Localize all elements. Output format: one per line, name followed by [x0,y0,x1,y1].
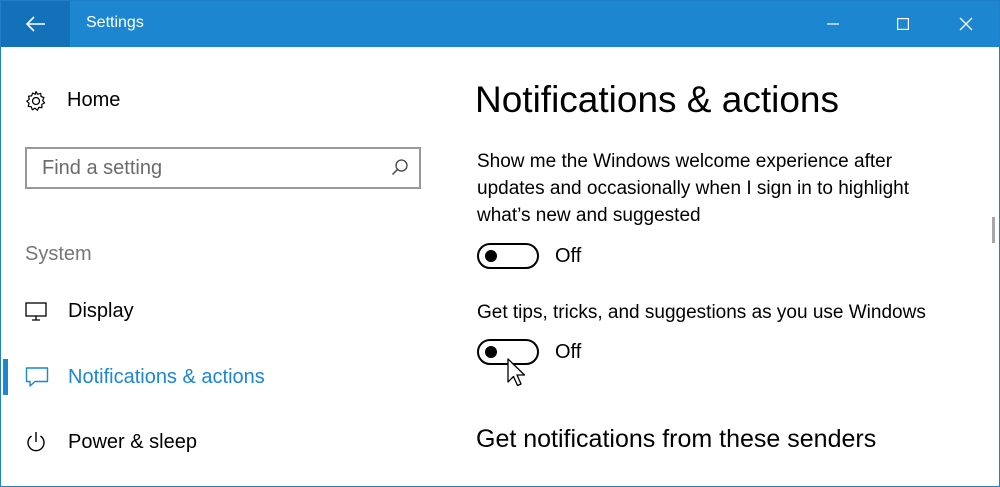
page-title: Notifications & actions [475,79,840,120]
notification-icon [25,367,49,387]
maximize-icon [897,18,909,30]
search-box[interactable]: Find a setting [25,147,421,189]
sidebar-item-display[interactable]: Display [1,291,441,331]
arrow-left-icon [25,16,45,32]
description-line: Get tips, tricks, and suggestions as you… [477,302,926,323]
power-icon [27,432,45,452]
home-nav-item[interactable]: Home [25,89,120,112]
tips-toggle-row: Off [477,339,581,365]
sidebar-item-label: Power & sleep [68,430,197,453]
description-line: Show me the Windows welcome experience a… [477,151,893,172]
window-title: Settings [86,14,144,31]
setting-description-welcome: Show me the Windows welcome experience a… [477,148,977,229]
home-label: Home [67,89,121,111]
maximize-button[interactable] [880,1,926,47]
sidebar-item-power-sleep[interactable]: Power & sleep [1,422,441,462]
senders-heading: Get notifications from these senders [476,425,877,453]
welcome-experience-toggle[interactable] [477,243,539,269]
scrollbar-thumb[interactable] [992,217,995,243]
close-icon [959,17,973,31]
title-bar: Settings [1,1,999,47]
toggle-knob [485,346,497,358]
gear-icon [26,90,46,111]
search-input[interactable]: Find a setting [42,157,162,180]
toggle-state-label: Off [555,340,582,363]
active-indicator [3,359,8,395]
search-icon[interactable] [391,158,409,176]
setting-description-tips: Get tips, tricks, and suggestions as you… [477,299,977,326]
minimize-icon [827,23,839,25]
sidebar-item-notifications[interactable]: Notifications & actions [1,357,441,397]
section-label-system: System [25,243,92,265]
description-line: what’s new and suggested [477,205,701,226]
toggle-knob [485,250,497,262]
back-button[interactable] [1,1,70,47]
monitor-icon [25,302,47,321]
toggle-state-label: Off [555,244,582,267]
settings-window: Settings Home Find a setting System Disp… [0,0,1000,487]
sidebar-item-label: Display [68,299,134,322]
minimize-button[interactable] [810,1,856,47]
description-line: updates and occasionally when I sign in … [477,178,910,199]
mouse-cursor-icon [507,358,526,387]
welcome-experience-toggle-row: Off [477,243,581,269]
sidebar-item-label: Notifications & actions [68,365,265,388]
close-button[interactable] [943,1,989,47]
